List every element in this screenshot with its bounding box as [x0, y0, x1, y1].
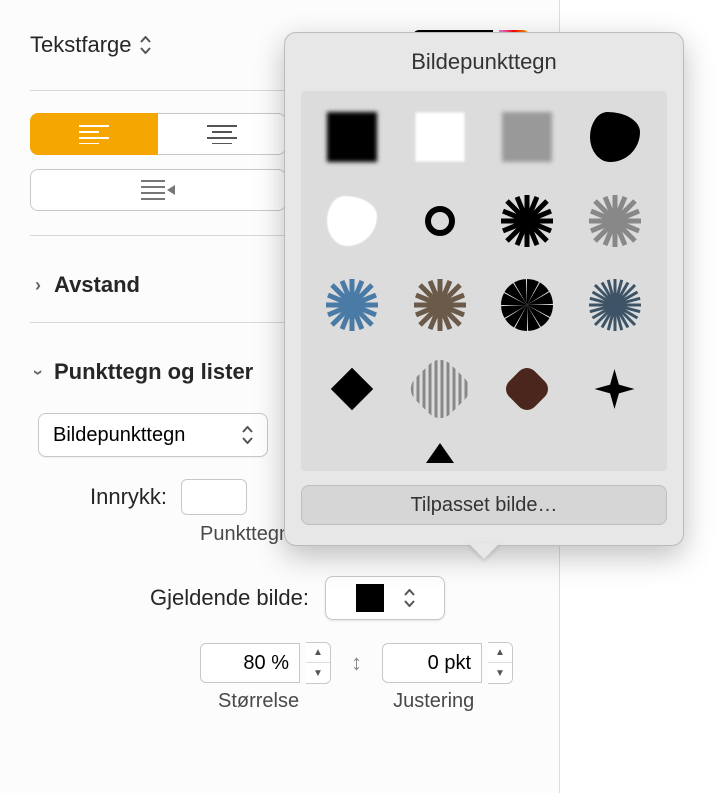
chevron-updown-icon [242, 426, 253, 444]
size-label: Størrelse [218, 690, 299, 713]
size-stepper[interactable]: 80 % ▲ ▼ [200, 642, 331, 684]
bullet-option-ring[interactable] [405, 191, 475, 251]
align-center-icon [207, 124, 237, 144]
starburst-icon [587, 193, 643, 249]
bullets-section-label: Punkttegn og lister [54, 359, 253, 385]
bullet-option-square-gray[interactable] [492, 107, 562, 167]
current-image-select[interactable] [325, 576, 445, 620]
bullet-grid [301, 91, 667, 471]
chevron-right-icon: › [30, 275, 46, 296]
text-color-select[interactable]: Tekstfarge [30, 32, 151, 58]
bullet-option-square-white[interactable] [405, 107, 475, 167]
sunburst-icon [587, 277, 643, 333]
text-color-label: Tekstfarge [30, 32, 132, 58]
align-left-button[interactable] [30, 113, 158, 155]
custom-image-button[interactable]: Tilpasset bilde… [301, 485, 667, 525]
bullet-option-sparkle-black[interactable] [580, 359, 650, 419]
bullet-type-select[interactable]: Bildepunkttegn [38, 413, 268, 457]
vertical-drag-icon: ↕ [351, 650, 362, 676]
indent-button[interactable] [30, 169, 286, 211]
bullet-option-scribble-gray[interactable] [405, 359, 475, 419]
bullet-option-sunburst-navy[interactable] [580, 275, 650, 335]
bullet-option-diamond-brown[interactable] [492, 359, 562, 419]
bullet-option-starburst-blue[interactable] [317, 275, 387, 335]
size-step-down[interactable]: ▼ [306, 663, 330, 683]
bullet-option-starburst-brown[interactable] [405, 275, 475, 335]
justering-input[interactable]: 0 pkt [382, 643, 482, 683]
starburst-icon [499, 193, 555, 249]
indent-label: Innrykk: [90, 484, 167, 510]
pinwheel-icon [499, 277, 555, 333]
bullet-option-diamond-black[interactable] [317, 359, 387, 419]
justering-stepper[interactable]: 0 pkt ▲ ▼ [382, 642, 513, 684]
indent-icon [141, 179, 175, 201]
size-input[interactable]: 80 % [200, 643, 300, 683]
chevron-down-icon: › [28, 364, 49, 380]
popover-arrow [468, 543, 500, 559]
bullet-option-square-black[interactable] [317, 107, 387, 167]
bullet-option-starburst-black[interactable] [492, 191, 562, 251]
size-step-up[interactable]: ▲ [306, 643, 330, 663]
justering-label: Justering [393, 690, 474, 713]
spacing-label: Avstand [54, 272, 140, 298]
justering-step-down[interactable]: ▼ [488, 663, 512, 683]
bullet-option-pinwheel[interactable] [492, 275, 562, 335]
popover-title: Bildepunkttegn [301, 49, 667, 75]
starburst-icon [412, 277, 468, 333]
current-image-label: Gjeldende bilde: [150, 585, 309, 611]
bullet-option-partial[interactable] [405, 443, 475, 463]
indent-input[interactable] [181, 479, 247, 515]
bullet-option-blob-black[interactable] [580, 107, 650, 167]
punkttegn-column-label: Punkttegn [200, 523, 290, 546]
bullet-option-blob-white[interactable] [317, 191, 387, 251]
chevron-updown-icon [140, 36, 151, 54]
align-left-icon [79, 124, 109, 144]
align-center-button[interactable] [158, 113, 286, 155]
bullet-option-starburst-gray[interactable] [580, 191, 650, 251]
square-bullet-icon [356, 584, 384, 612]
justering-step-up[interactable]: ▲ [488, 643, 512, 663]
starburst-icon [324, 277, 380, 333]
bullet-type-value: Bildepunkttegn [53, 424, 185, 447]
bullet-image-popover: Bildepunkttegn [284, 32, 684, 546]
chevron-updown-icon [404, 589, 415, 607]
